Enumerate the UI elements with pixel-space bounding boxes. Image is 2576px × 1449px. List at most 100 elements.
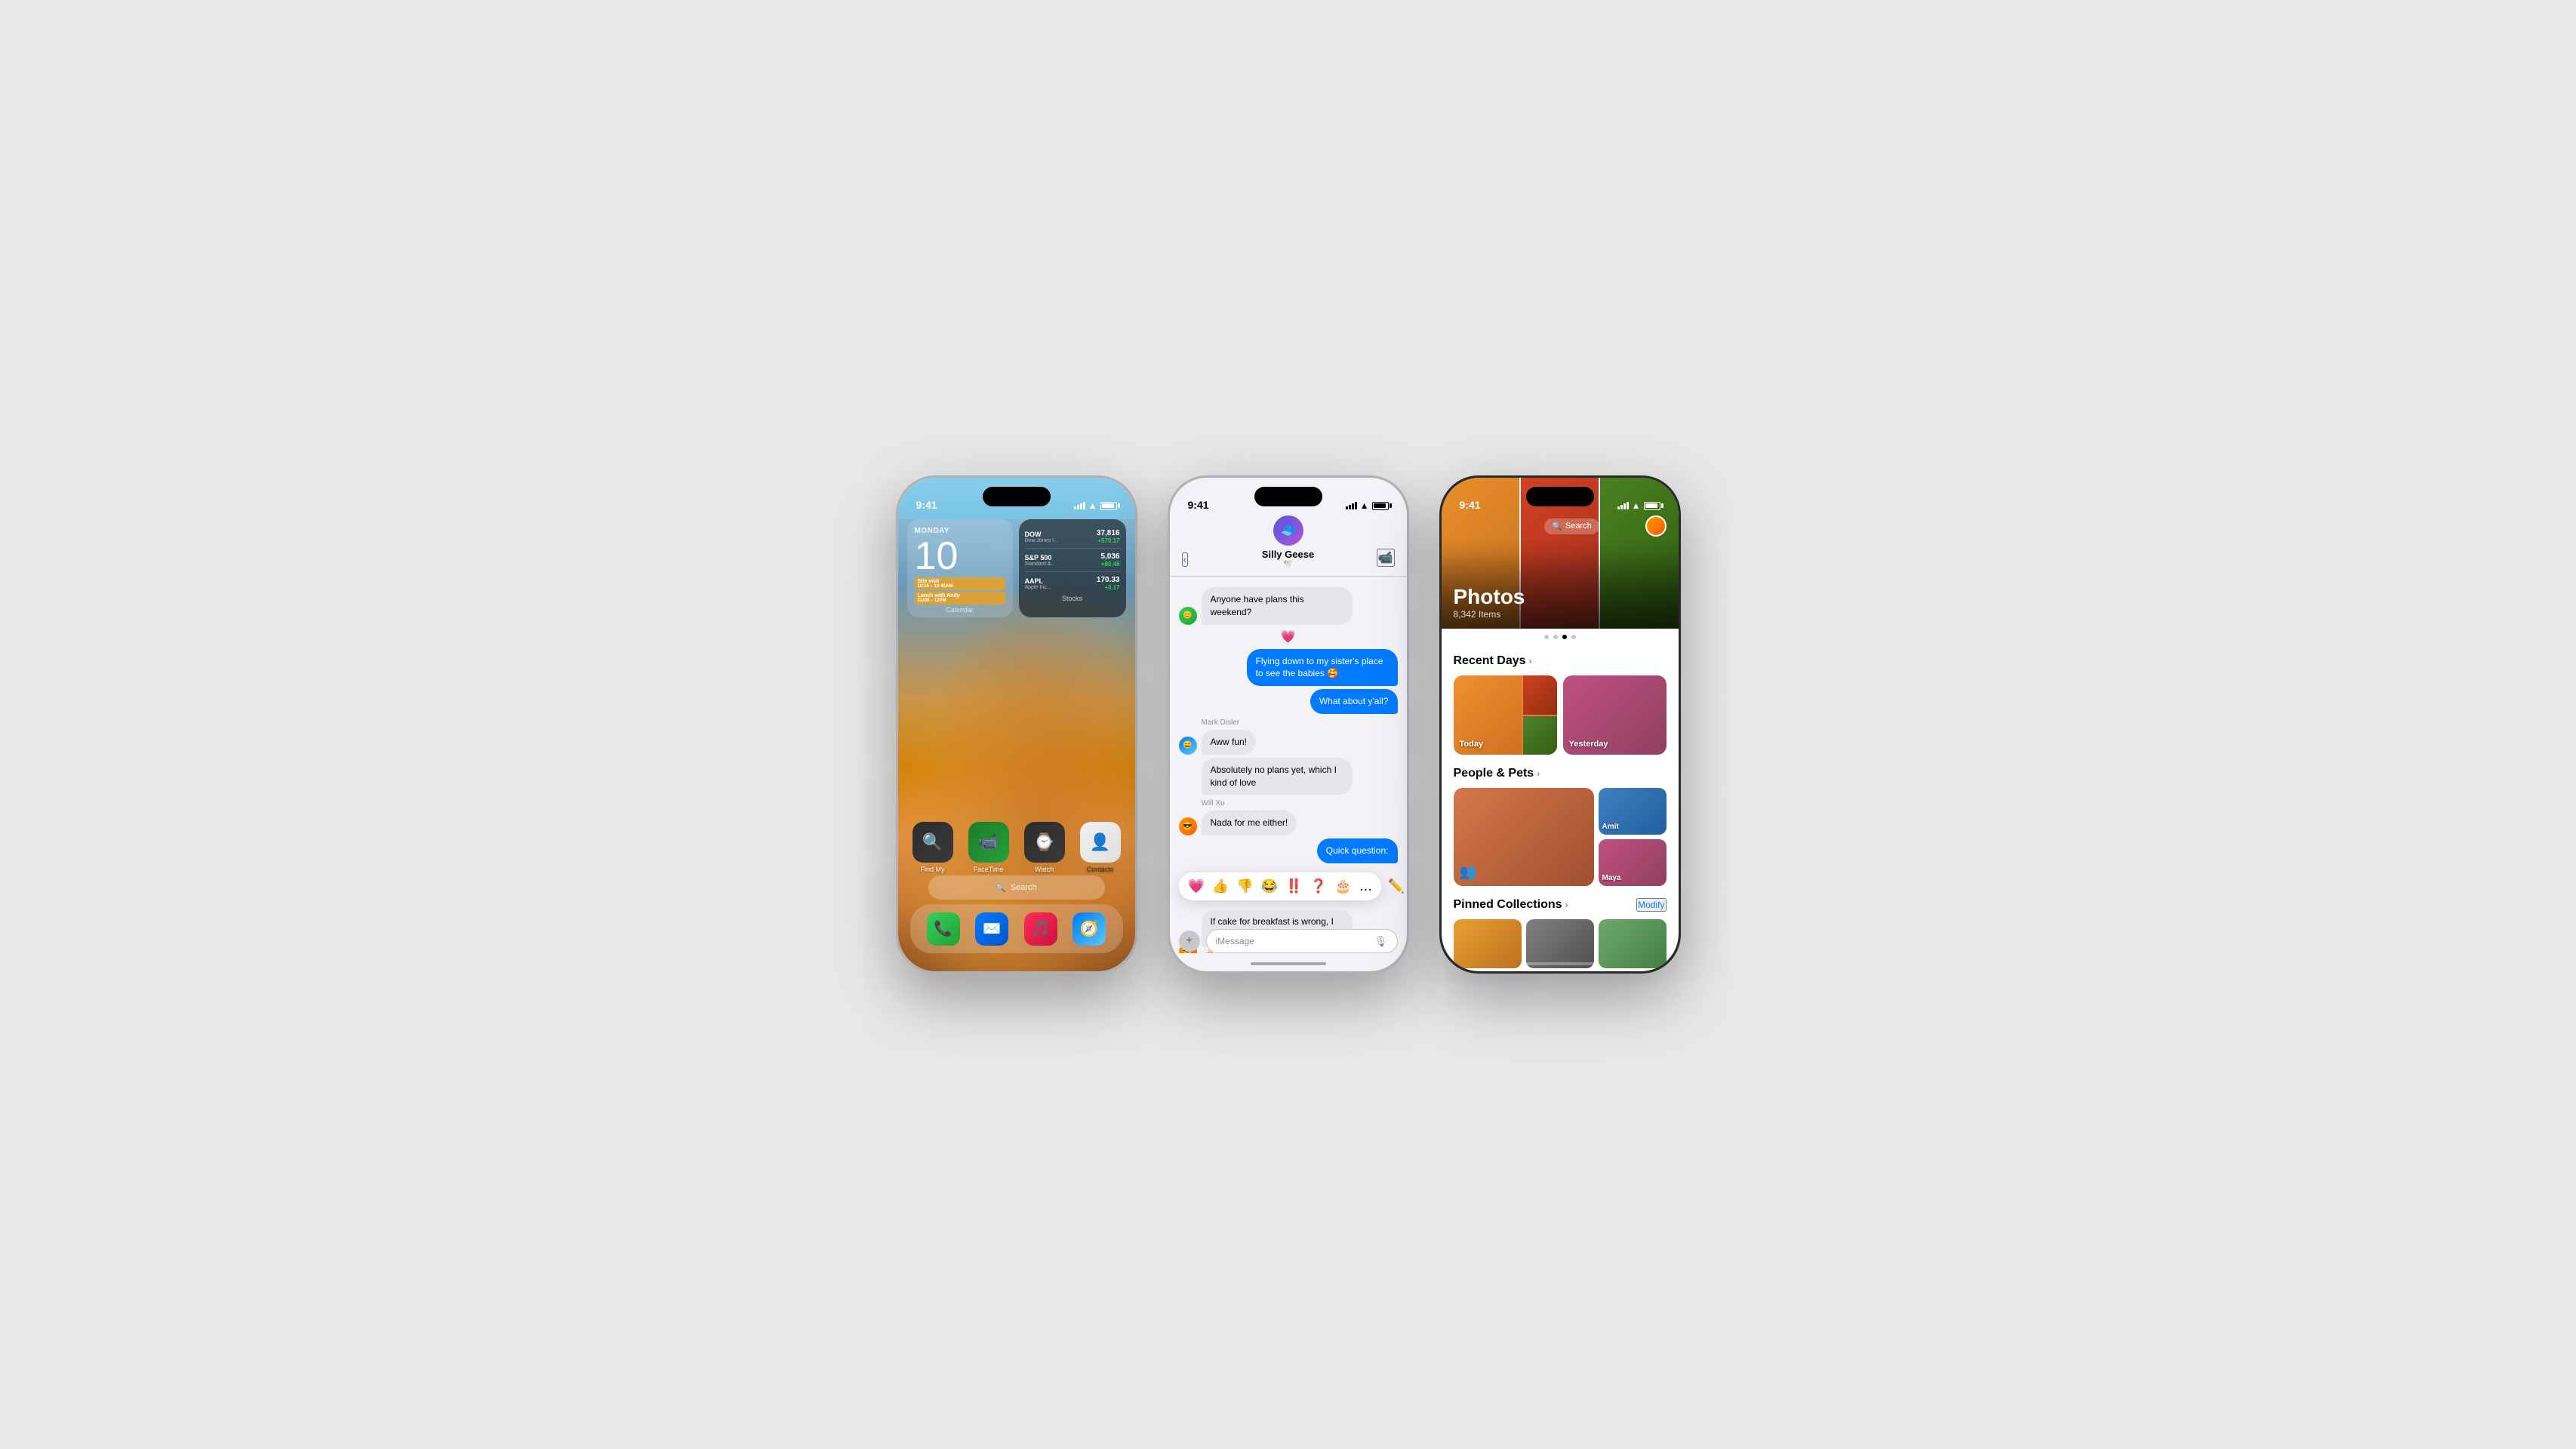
video-call-button[interactable]: 📹 <box>1377 549 1395 567</box>
photos-content[interactable]: Recent Days › <box>1442 645 1679 971</box>
battery-fill-1 <box>1102 503 1114 508</box>
people-main-card[interactable]: 👥 <box>1454 788 1594 886</box>
pinned-card-1[interactable] <box>1454 919 1522 968</box>
modify-button[interactable]: Modify <box>1636 898 1666 912</box>
dock-phone[interactable]: 📞 <box>927 912 960 946</box>
home-screen: 9:41 ▲ <box>898 478 1135 971</box>
tapback-heart[interactable]: 💗 <box>1188 878 1205 894</box>
tapback-thumbsdown[interactable]: 👎 <box>1236 878 1253 894</box>
pinned-collections-header: Pinned Collections › Modify <box>1454 898 1667 912</box>
battery-icon-2 <box>1372 502 1389 510</box>
add-attachment-button[interactable]: + <box>1179 931 1200 952</box>
back-button[interactable]: ‹ <box>1182 552 1188 567</box>
msg-bubble-7: Quick question: <box>1317 838 1398 863</box>
home-search-bar[interactable]: 🔍 Search <box>928 875 1105 900</box>
status-time-2: 9:41 <box>1188 499 1209 511</box>
stock-1-price: 37,816 <box>1097 529 1120 537</box>
stock-1-ticker: DOW <box>1025 531 1058 538</box>
photos-avatar-button[interactable] <box>1645 515 1667 537</box>
message-input-field[interactable]: iMessage 🎙 <box>1206 929 1398 953</box>
signal-bar-4 <box>1083 502 1085 509</box>
recent-today-card[interactable]: Today <box>1454 675 1557 755</box>
calendar-widget-events: Site visit 10:15 – 10:45AM Lunch with An… <box>915 577 1005 605</box>
people-amit-card[interactable]: Amit <box>1599 788 1667 835</box>
msg-bubble-4: Aww fun! <box>1202 730 1256 755</box>
tapback-cake[interactable]: 🎂 <box>1334 878 1351 894</box>
app-watch[interactable]: ⌚ Watch <box>1022 822 1067 873</box>
msg-avatar-6: 😎 <box>1179 817 1197 835</box>
app-find-my[interactable]: 🔍 Find My <box>910 822 956 873</box>
messages-screen: 9:41 ▲ <box>1170 478 1407 971</box>
photos-screen: 9:41 ▲ <box>1442 478 1679 971</box>
facetime-label: FaceTime <box>974 866 1004 873</box>
tapback-exclaim[interactable]: ‼️ <box>1285 878 1302 894</box>
msg-row-2: Flying down to my sister's place to see … <box>1179 649 1398 687</box>
photos-search-button[interactable]: 🔍 Search <box>1544 518 1599 534</box>
recent-yesterday-card[interactable]: Yesterday <box>1563 675 1667 755</box>
signal-bar-2-3 <box>1352 503 1354 509</box>
battery-fill-2 <box>1374 503 1386 508</box>
stock-3-info: AAPL Apple Inc... <box>1025 577 1051 590</box>
messages-list[interactable]: 😊 Anyone have plans this weekend? 💗 Flyi… <box>1170 577 1407 953</box>
photos-title-row: Photos 8,342 Items <box>1454 585 1667 620</box>
stock-1-price-info: 37,816 +570.17 <box>1097 529 1120 544</box>
stock-row-1: DOW Dow Jones I... 37,816 +570.17 <box>1025 529 1120 544</box>
today-thumb-2 <box>1523 716 1557 755</box>
people-pets-chevron[interactable]: › <box>1537 768 1540 779</box>
dot-1[interactable] <box>1544 635 1549 639</box>
phone-1-screen: 9:41 ▲ <box>898 478 1135 971</box>
stock-3-price-info: 170.33 +3.17 <box>1097 576 1120 591</box>
pinned-card-3[interactable] <box>1599 919 1667 968</box>
calendar-event-1-time: 10:15 – 10:45AM <box>918 584 1002 589</box>
dock-safari[interactable]: 🧭 <box>1073 912 1106 946</box>
pinned-collections-title: Pinned Collections › <box>1454 898 1568 912</box>
calendar-event-2-title: Lunch with Andy <box>918 593 1002 598</box>
dynamic-island-2 <box>1254 487 1322 506</box>
signal-bar-2-1 <box>1346 506 1348 509</box>
pinned-card-2[interactable] <box>1526 919 1594 968</box>
group-sub: 🕊️ <box>1182 560 1395 568</box>
app-contacts[interactable]: 👤 Contacts <box>1078 822 1123 873</box>
msg-bubble-2: Flying down to my sister's place to see … <box>1247 649 1398 687</box>
calendar-widget[interactable]: MONDAY 10 Site visit 10:15 – 10:45AM Lun… <box>907 519 1013 617</box>
microphone-icon[interactable]: 🎙 <box>1374 935 1388 948</box>
photos-status-row: 🔍 Search <box>1454 515 1667 537</box>
dot-4[interactable] <box>1571 635 1576 639</box>
tapback-more[interactable]: … <box>1359 878 1372 894</box>
tapback-thumbsup[interactable]: 👍 <box>1212 878 1229 894</box>
app-grid: 🔍 Find My 📹 FaceTime ⌚ Watch 👤 Contacts <box>910 822 1123 873</box>
signal-bar-3-1 <box>1617 506 1620 509</box>
dock-music[interactable]: 🎵 <box>1024 912 1057 946</box>
people-maya-card[interactable]: Maya <box>1599 839 1667 886</box>
dot-2[interactable] <box>1553 635 1558 639</box>
msg-bubble-3: What about y'all? <box>1310 689 1398 714</box>
signal-bar-1 <box>1074 506 1076 509</box>
recent-days-chevron[interactable]: › <box>1529 656 1532 666</box>
app-facetime[interactable]: 📹 FaceTime <box>966 822 1011 873</box>
stock-3-ticker: AAPL <box>1025 577 1051 585</box>
msg-row-3: What about y'all? <box>1179 689 1398 714</box>
edit-reaction-btn[interactable]: ✏️ <box>1387 878 1404 894</box>
stocks-widget[interactable]: DOW Dow Jones I... 37,816 +570.17 S&P <box>1019 519 1126 617</box>
search-label-photos: Search <box>1565 521 1592 531</box>
dot-3-active[interactable] <box>1562 635 1567 639</box>
status-icons-3: ▲ <box>1617 500 1660 511</box>
signal-bar-3-2 <box>1620 505 1623 509</box>
dock-mail[interactable]: ✉️ <box>975 912 1008 946</box>
battery-fill-3 <box>1645 503 1657 508</box>
battery-icon-1 <box>1100 502 1117 510</box>
tapback-haha[interactable]: 😂 <box>1261 878 1278 894</box>
status-time-1: 9:41 <box>916 499 937 511</box>
msg-avatar-4: 😄 <box>1179 737 1197 755</box>
phone-1: 9:41 ▲ <box>896 475 1137 974</box>
stock-2-price-info: 5,036 +80.48 <box>1100 552 1119 568</box>
status-time-3: 9:41 <box>1460 499 1481 511</box>
sender-name-will: Will Xu <box>1202 799 1398 808</box>
tapback-popup[interactable]: 💗 👍 👎 😂 ‼️ ❓ 🎂 … <box>1179 872 1382 900</box>
signal-bar-3 <box>1080 503 1082 509</box>
tapback-question[interactable]: ❓ <box>1310 878 1327 894</box>
msg-bubble-5: Absolutely no plans yet, which I kind of… <box>1202 758 1353 795</box>
pinned-chevron[interactable]: › <box>1565 900 1568 910</box>
msg-row-7: Quick question: <box>1179 838 1398 863</box>
calendar-event-2-time: 11AM – 12PM <box>918 598 1002 603</box>
